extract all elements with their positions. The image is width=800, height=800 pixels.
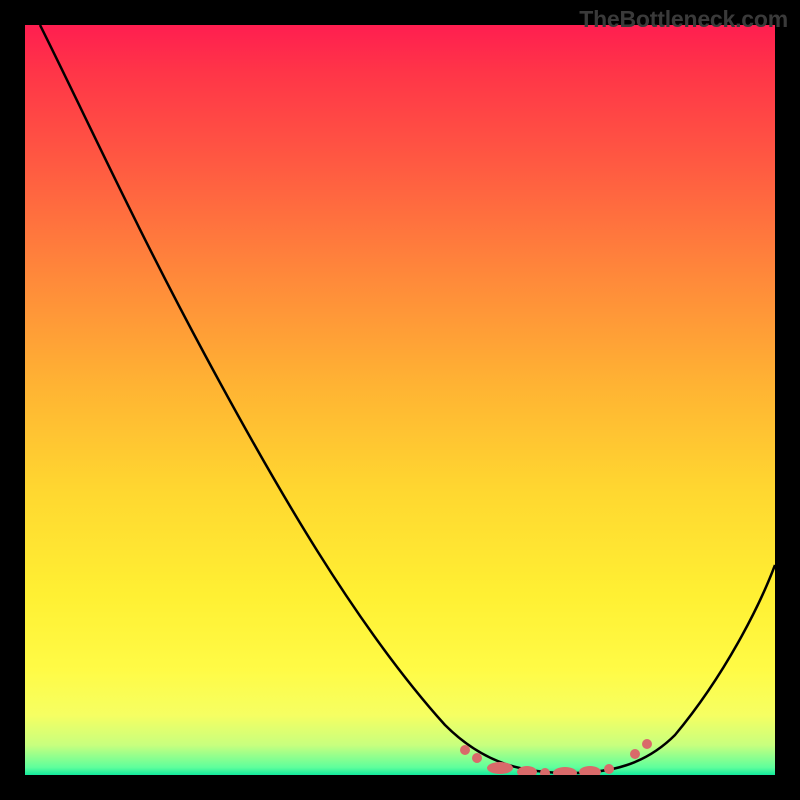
curve-line: [40, 25, 775, 773]
chart-container: TheBottleneck.com: [0, 0, 800, 800]
plot-area: [25, 25, 775, 775]
bottleneck-curve: [25, 25, 775, 775]
watermark-text: TheBottleneck.com: [579, 6, 788, 33]
